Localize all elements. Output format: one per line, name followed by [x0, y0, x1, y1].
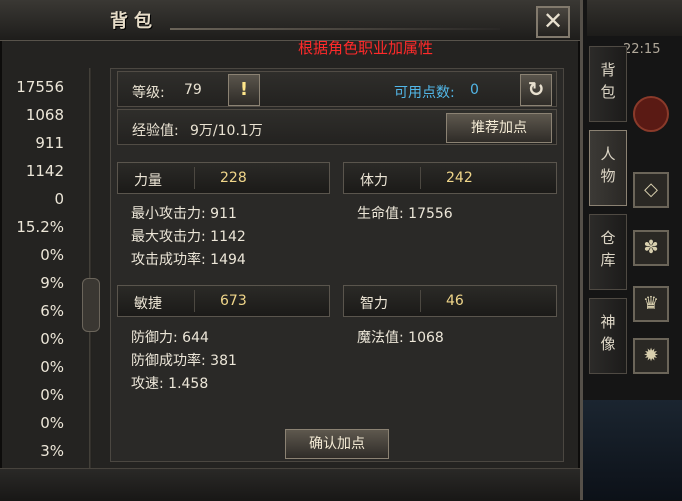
left-value: 1068: [25, 106, 64, 124]
attack-speed: 攻速: 1.458: [131, 376, 209, 392]
left-value: 9%: [40, 274, 64, 292]
left-value: 17556: [16, 78, 64, 96]
left-value: 1142: [25, 162, 64, 180]
left-value: 15.2%: [16, 218, 64, 236]
left-value: 0%: [40, 414, 64, 432]
divider-ornament: [82, 278, 100, 332]
stat-name: 智力: [360, 296, 388, 312]
stat-name: 体力: [360, 173, 388, 189]
tab-statue-char-2: 像: [600, 335, 616, 353]
stat-intellect: 智力 46: [343, 285, 557, 317]
stat-separator: [194, 290, 195, 312]
tab-statue-char-1: 神: [600, 313, 616, 331]
stat-value: 242: [446, 170, 473, 186]
stat-separator: [194, 167, 195, 189]
allocation-hint: 根据角色职业加属性: [298, 39, 434, 57]
level-row: 等级: 79 ! 可用点数: 0 ↻: [117, 71, 557, 107]
tab-statue[interactable]: 神 像: [589, 298, 627, 374]
tab-character-char-1: 人: [600, 145, 616, 163]
left-value: 0%: [40, 358, 64, 376]
clock: 22:15: [623, 42, 661, 57]
left-value: 0: [54, 190, 64, 208]
level-value: 79: [184, 82, 202, 98]
points-value: 0: [470, 82, 479, 98]
level-label: 等级:: [132, 85, 165, 101]
stat-separator: [420, 167, 421, 189]
window-bottom-border: [0, 468, 580, 501]
scene-decoration: [583, 400, 682, 500]
diamond-icon[interactable]: ◇: [633, 172, 669, 208]
title-bar[interactable]: 背包: [0, 0, 580, 41]
refresh-icon: ↻: [527, 77, 545, 101]
level-tip-button[interactable]: !: [228, 74, 260, 106]
exclamation-icon: !: [239, 79, 249, 100]
gear-icon[interactable]: ✹: [633, 338, 669, 374]
character-panel: 等级: 79 ! 可用点数: 0 ↻ 经验值: 9万/10.1万 推荐加点 力量…: [110, 68, 564, 462]
confirm-points-button[interactable]: 确认加点: [285, 429, 389, 459]
left-value: 0%: [40, 386, 64, 404]
reset-points-button[interactable]: ↻: [520, 74, 552, 106]
tab-bag-char-1: 背: [600, 61, 616, 79]
stat-agility: 敏捷 673: [117, 285, 330, 317]
left-value: 6%: [40, 302, 64, 320]
title-ornament: [170, 28, 500, 30]
left-value: 0%: [40, 330, 64, 348]
min-attack: 最小攻击力: 911: [131, 206, 237, 222]
tab-warehouse-char-1: 仓: [600, 229, 616, 247]
exp-value: 9万/10.1万: [190, 123, 263, 139]
tab-character-char-2: 物: [600, 167, 616, 185]
panel-divider: [80, 68, 102, 468]
stat-value: 46: [446, 293, 464, 309]
recommend-button[interactable]: 推荐加点: [446, 113, 552, 143]
tab-bag-char-2: 包: [600, 83, 616, 101]
stat-value: 228: [220, 170, 247, 186]
max-attack: 最大攻击力: 1142: [131, 229, 246, 245]
avatar[interactable]: [633, 96, 669, 132]
inventory-window: 背包 ✕ 根据角色职业加属性 17556 1068 911 1142 0 15.…: [0, 0, 583, 501]
divider-bar: [89, 68, 92, 468]
hp-value: 生命值: 17556: [357, 206, 453, 222]
tab-bag[interactable]: 背 包: [589, 46, 627, 122]
mana-value: 魔法值: 1068: [357, 330, 444, 346]
window-title: 背包: [110, 11, 158, 32]
defense-rate: 防御成功率: 381: [131, 353, 237, 369]
stat-value: 673: [220, 293, 247, 309]
stat-name: 力量: [134, 173, 162, 189]
minimap-frame: [587, 0, 682, 36]
tab-warehouse[interactable]: 仓 库: [589, 214, 627, 290]
stat-values-column: 17556 1068 911 1142 0 15.2% 0% 9% 6% 0% …: [0, 68, 72, 468]
side-menu: 22:15 背 包 人 物 仓 库 神 像 ◇ ✽ ♛ ✹: [583, 0, 682, 500]
stat-stamina: 体力 242: [343, 162, 557, 194]
stat-strength: 力量 228: [117, 162, 330, 194]
tab-character[interactable]: 人 物: [589, 130, 627, 206]
exp-label: 经验值:: [132, 123, 179, 139]
close-x-icon: ✕: [542, 7, 564, 35]
paw-icon[interactable]: ✽: [633, 230, 669, 266]
trophy-icon[interactable]: ♛: [633, 286, 669, 322]
exp-row: 经验值: 9万/10.1万 推荐加点: [117, 109, 557, 145]
defense: 防御力: 644: [131, 330, 209, 346]
left-value: 3%: [40, 442, 64, 460]
left-value: 0%: [40, 246, 64, 264]
left-value: 911: [35, 134, 64, 152]
tab-warehouse-char-2: 库: [600, 251, 616, 269]
points-label: 可用点数:: [394, 85, 455, 101]
stat-separator: [420, 290, 421, 312]
attack-hit-rate: 攻击成功率: 1494: [131, 252, 246, 268]
close-button[interactable]: ✕: [536, 6, 570, 38]
stat-name: 敏捷: [134, 296, 162, 312]
